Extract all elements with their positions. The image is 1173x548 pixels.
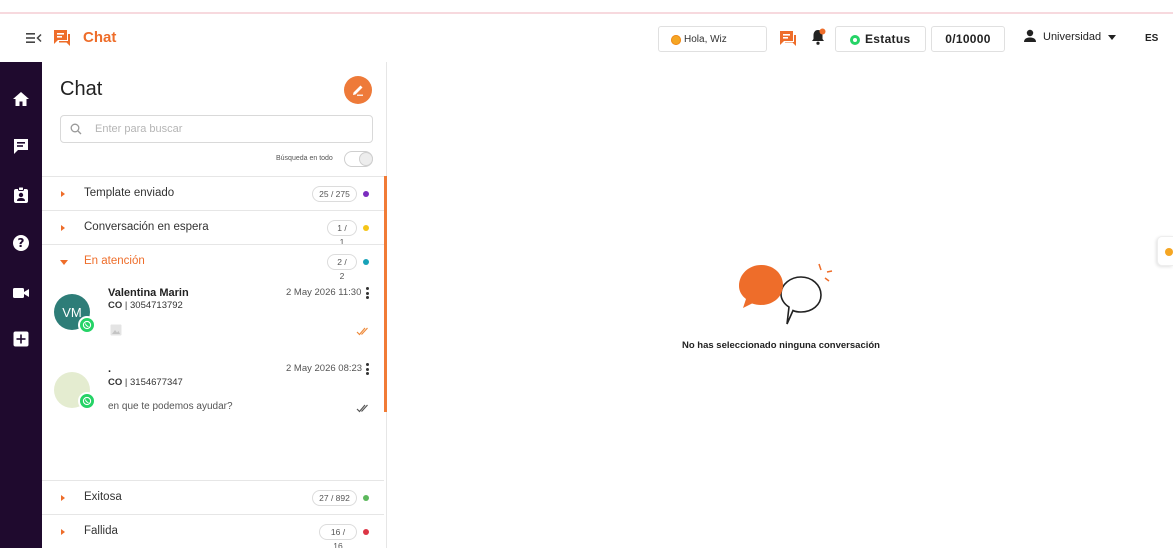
add-box-icon[interactable]	[12, 330, 30, 348]
side-widget-tab[interactable]	[1157, 236, 1173, 266]
user-status-dot-icon	[671, 35, 681, 45]
expand-arrow-icon	[61, 225, 65, 231]
left-nav-rail: ?	[0, 62, 42, 548]
more-options-icon[interactable]	[366, 363, 369, 375]
status-button[interactable]: Estatus	[835, 26, 926, 52]
group-label: En atención	[84, 255, 145, 267]
group-label: Conversación en espera	[84, 221, 209, 233]
pencil-icon	[353, 85, 363, 96]
contact-phone: CO | 3054713792	[108, 300, 183, 311]
widget-dot-icon	[1165, 248, 1173, 256]
group-conversacion-en-espera[interactable]: Conversación en espera 1 / 1	[42, 210, 384, 247]
whatsapp-icon	[78, 392, 96, 410]
group-count-badge: 1 / 1	[327, 220, 357, 247]
greeting-chip: Hola, Wiz	[658, 26, 767, 52]
whatsapp-icon	[78, 316, 96, 334]
help-icon[interactable]: ?	[12, 234, 30, 252]
expand-arrow-icon	[61, 529, 65, 535]
collapse-arrow-icon	[60, 260, 68, 265]
country-code: CO	[108, 300, 123, 311]
status-label: Estatus	[865, 32, 911, 46]
list-scrollbar[interactable]	[384, 176, 387, 412]
group-color-dot	[363, 495, 369, 501]
group-color-dot	[363, 259, 369, 265]
user-dropdown-chevron-icon[interactable]	[1108, 35, 1116, 40]
group-count-badge: 25 / 275	[312, 186, 357, 202]
conversation-item[interactable]: VM Valentina Marin CO | 3054713792 2 May…	[42, 278, 384, 358]
home-icon[interactable]	[12, 90, 30, 108]
conversation-panel: Chat Búsqueda en todo Template enviado 2…	[42, 62, 387, 548]
image-message-icon	[110, 324, 122, 336]
contact-name: Valentina Marin	[108, 287, 189, 299]
notifications-bell-icon[interactable]	[809, 28, 827, 46]
phone-number: | 3154677347	[124, 377, 183, 388]
group-label: Fallida	[84, 525, 118, 537]
new-chat-button[interactable]	[344, 76, 372, 104]
search-all-toggle[interactable]	[344, 151, 373, 167]
phone-number: | 3054713792	[124, 300, 183, 311]
no-conversation-message: No has seleccionado ninguna conversación	[682, 340, 880, 351]
contact-phone: CO | 3154677347	[108, 377, 183, 388]
more-options-icon[interactable]	[366, 287, 369, 299]
group-en-atencion[interactable]: En atención 2 / 2	[42, 244, 384, 281]
conversation-date: 2 May 2026 08:23	[286, 363, 363, 374]
group-color-dot	[363, 191, 369, 197]
group-template-enviado[interactable]: Template enviado 25 / 275	[42, 176, 384, 210]
group-fallida[interactable]: Fallida 16 / 16	[42, 514, 384, 548]
top-accent-bar	[0, 0, 1173, 14]
empty-conversation-illustration	[739, 263, 833, 325]
group-color-dot	[363, 529, 369, 535]
delivered-double-check-icon	[356, 404, 368, 413]
message-counter: 0/10000	[931, 26, 1005, 52]
conversation-item[interactable]: . CO | 3154677347 2 May 2026 08:23 en qu…	[42, 358, 384, 438]
group-label: Template enviado	[84, 187, 175, 199]
svg-text:?: ?	[18, 236, 25, 250]
chat-nav-icon[interactable]	[12, 137, 30, 155]
chat-shortcut-icon[interactable]	[779, 30, 797, 47]
group-count-badge: 2 / 2	[327, 254, 357, 281]
menu-collapse-icon[interactable]	[26, 31, 42, 45]
expand-arrow-icon	[61, 495, 65, 501]
group-exitosa[interactable]: Exitosa 27 / 892	[42, 480, 384, 514]
read-double-check-icon	[356, 327, 368, 336]
whatsapp-status-icon	[850, 35, 860, 45]
user-icon	[1024, 29, 1036, 42]
group-count-badge: 27 / 892	[312, 490, 357, 506]
country-code: CO	[108, 377, 123, 388]
conversation-date: 2 May 2026 11:30	[286, 287, 362, 298]
greeting-text: Hola, Wiz	[684, 33, 727, 45]
toggle-knob	[359, 152, 373, 166]
panel-title: Chat	[60, 78, 103, 100]
chat-brand-icon	[54, 30, 70, 46]
app-title: Chat	[83, 29, 117, 46]
language-selector[interactable]: ES	[1145, 33, 1158, 44]
search-input[interactable]	[60, 115, 373, 143]
contact-name: .	[108, 363, 112, 375]
video-camera-icon[interactable]	[12, 284, 30, 302]
expand-arrow-icon	[61, 191, 65, 197]
last-message-preview: en que te podemos ayudar?	[108, 401, 233, 412]
search-icon	[70, 123, 82, 135]
group-color-dot	[363, 225, 369, 231]
group-count-badge: 16 / 16	[319, 524, 357, 548]
group-label: Exitosa	[84, 491, 122, 503]
contact-card-icon[interactable]	[12, 186, 30, 204]
search-all-label: Búsqueda en todo	[276, 155, 333, 162]
user-name[interactable]: Universidad	[1043, 31, 1101, 43]
